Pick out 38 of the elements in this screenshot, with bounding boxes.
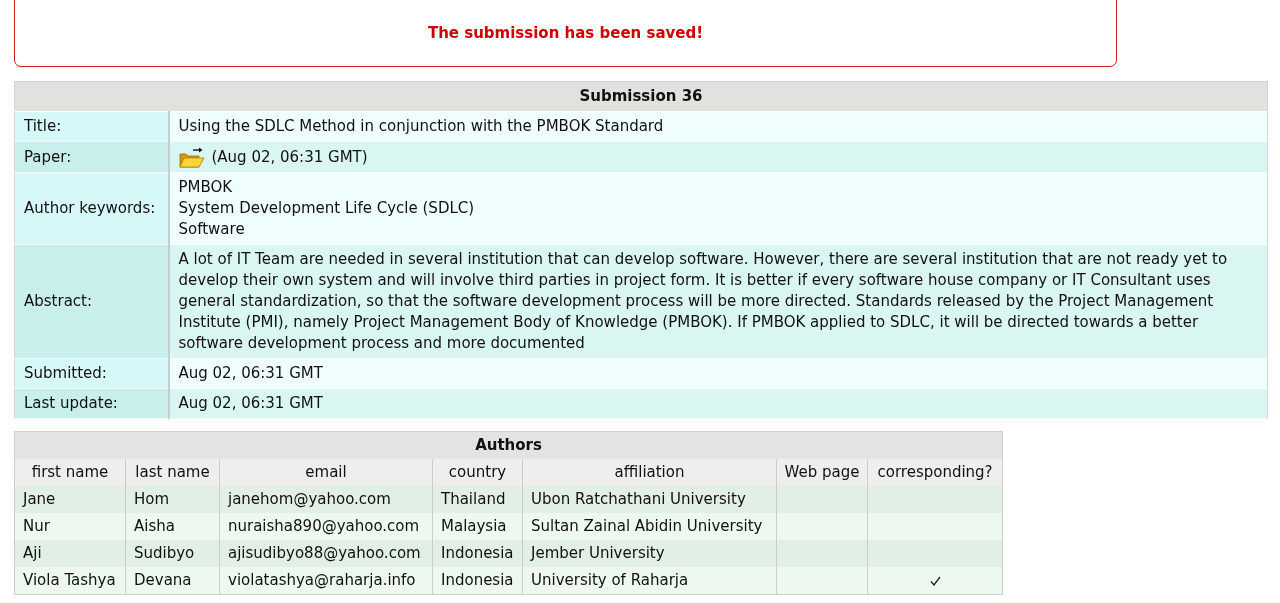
table-cell: Sultan Zainal Abidin University: [531, 517, 763, 535]
table-title: Submission 36: [14, 81, 1268, 112]
table-cell: Ubon Ratchathani University: [531, 490, 746, 508]
table-cell: violatashya@raharja.info: [228, 571, 416, 589]
table-cell: ajisudibyo88@yahoo.com: [228, 544, 421, 562]
table-cell: Aisha: [134, 517, 175, 535]
table-cell: Viola Tashya: [23, 571, 116, 589]
field-value: A lot of IT Team are needed in several institution that can develop software. However, there are several institution that are not ready yet to develop their own system and will involve third parties in project form. It is better if every software house company or IT Consultant uses general standardization, so that the software development process will be more directed. Standards released by the Project Management Institute (PMI), namely Project Management Body of Knowledge (PMBOK). If PMBOK applied to SDLC, it will be directed towards a better software development process and more documented: [168, 244, 1268, 359]
table-cell: Indonesia: [441, 571, 514, 589]
table-cell: Nur: [23, 517, 50, 535]
keyword: System Development Life Cycle (SDLC): [178, 199, 475, 217]
field-label: Last update:: [14, 388, 169, 419]
field-label: Title:: [14, 111, 169, 142]
paper-date: (Aug 02, 06:31 GMT): [211, 147, 368, 168]
table-cell: Jane: [23, 490, 56, 508]
field-label: Paper:: [14, 141, 169, 173]
table-cell: Aji: [23, 544, 42, 562]
table-cell: University of Raharja: [531, 571, 689, 589]
keyword: Software: [178, 220, 245, 238]
saved-notice: The submission has been saved!: [14, 0, 1117, 67]
field-label: Abstract:: [14, 244, 169, 359]
field-value: Aug 02, 06:31 GMT: [168, 388, 1268, 419]
table-cell: Indonesia: [441, 544, 514, 562]
table-cell: Jember University: [531, 544, 665, 562]
field-label: Submitted:: [14, 358, 169, 389]
table-title: Authors: [14, 431, 1003, 459]
table-cell: Thailand: [441, 490, 506, 508]
table-cell: Malaysia: [441, 517, 507, 535]
table-cell: Devana: [134, 571, 192, 589]
keyword: PMBOK: [178, 178, 233, 196]
table-cell: Sudibyo: [134, 544, 195, 562]
folder-icon[interactable]: [178, 146, 205, 168]
table-cell: janehom@yahoo.com: [228, 490, 391, 508]
table-cell: nuraisha890@yahoo.com: [228, 517, 420, 535]
table-cell: Hom: [134, 490, 170, 508]
field-value: Using the SDLC Method in conjunction with the PMBOK Standard: [168, 111, 1268, 142]
field-value: Aug 02, 06:31 GMT: [168, 358, 1268, 389]
field-label: Author keywords:: [14, 172, 169, 245]
